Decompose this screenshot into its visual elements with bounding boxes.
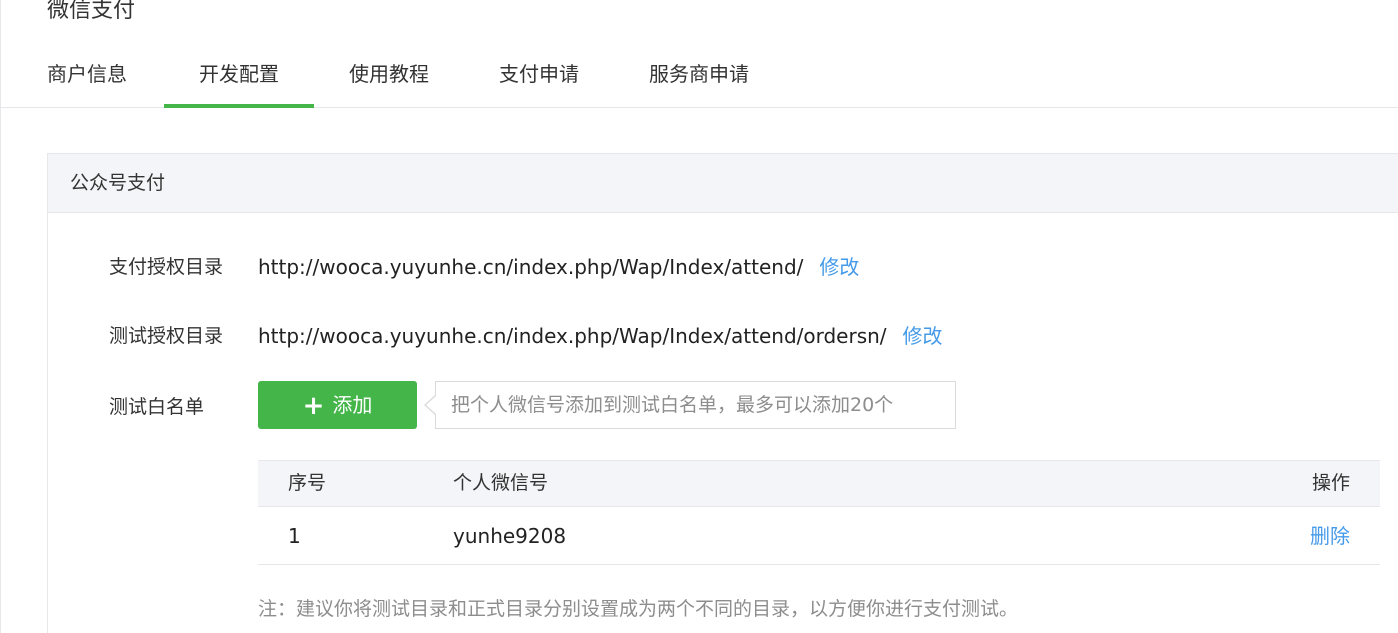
col-action-header: 操作	[1311, 472, 1350, 494]
col-seq-header: 序号	[288, 472, 327, 494]
row-wechat-id: yunhe9208	[453, 524, 567, 548]
app-frame: 微信支付 商户信息 开发配置 使用教程 支付申请 服务商申请 公众号支付 支付授…	[0, 0, 1398, 633]
tab-service-provider-apply[interactable]: 服务商申请	[614, 48, 784, 108]
table-row: 1 yunhe9208 删除	[258, 507, 1380, 565]
pay-dir-value: http://wooca.yuyunhe.cn/index.php/Wap/In…	[258, 255, 804, 279]
official-account-payment-panel: 公众号支付 支付授权目录 http://wooca.yuyunhe.cn/ind…	[47, 153, 1398, 633]
add-whitelist-button[interactable]: + 添加	[258, 381, 417, 429]
whitelist-table: 序号 个人微信号 操作 1 yunhe9208 删除	[258, 460, 1380, 565]
whitelist-label: 测试白名单	[109, 396, 205, 418]
add-button-label: 添加	[332, 393, 373, 417]
note-text: 注：建议你将测试目录和正式目录分别设置成为两个不同的目录，以方便你进行支付测试。	[258, 598, 1019, 620]
plus-icon: +	[302, 391, 325, 421]
pay-dir-label: 支付授权目录	[109, 256, 224, 278]
tab-bar: 商户信息 开发配置 使用教程 支付申请 服务商申请	[1, 48, 1398, 108]
whitelist-tip: 把个人微信号添加到测试白名单，最多可以添加20个	[435, 381, 956, 429]
page-title: 微信支付	[47, 0, 136, 23]
tab-dev-config[interactable]: 开发配置	[164, 48, 314, 108]
delete-link[interactable]: 删除	[1310, 507, 1350, 565]
test-dir-edit-link[interactable]: 修改	[903, 324, 943, 348]
tab-payment-apply[interactable]: 支付申请	[464, 48, 614, 108]
row-seq: 1	[288, 524, 301, 548]
tab-tutorial[interactable]: 使用教程	[314, 48, 464, 108]
test-dir-row: http://wooca.yuyunhe.cn/index.php/Wap/In…	[258, 320, 943, 349]
test-dir-label: 测试授权目录	[109, 325, 224, 347]
col-wechat-id-header: 个人微信号	[453, 472, 549, 494]
pay-dir-row: http://wooca.yuyunhe.cn/index.php/Wap/In…	[258, 251, 859, 280]
table-header: 序号 个人微信号 操作	[258, 460, 1380, 507]
panel-title: 公众号支付	[48, 154, 1398, 213]
pay-dir-edit-link[interactable]: 修改	[819, 255, 859, 279]
tip-arrow-inner	[426, 396, 436, 414]
tab-merchant-info[interactable]: 商户信息	[47, 48, 133, 108]
test-dir-value: http://wooca.yuyunhe.cn/index.php/Wap/In…	[258, 324, 887, 348]
